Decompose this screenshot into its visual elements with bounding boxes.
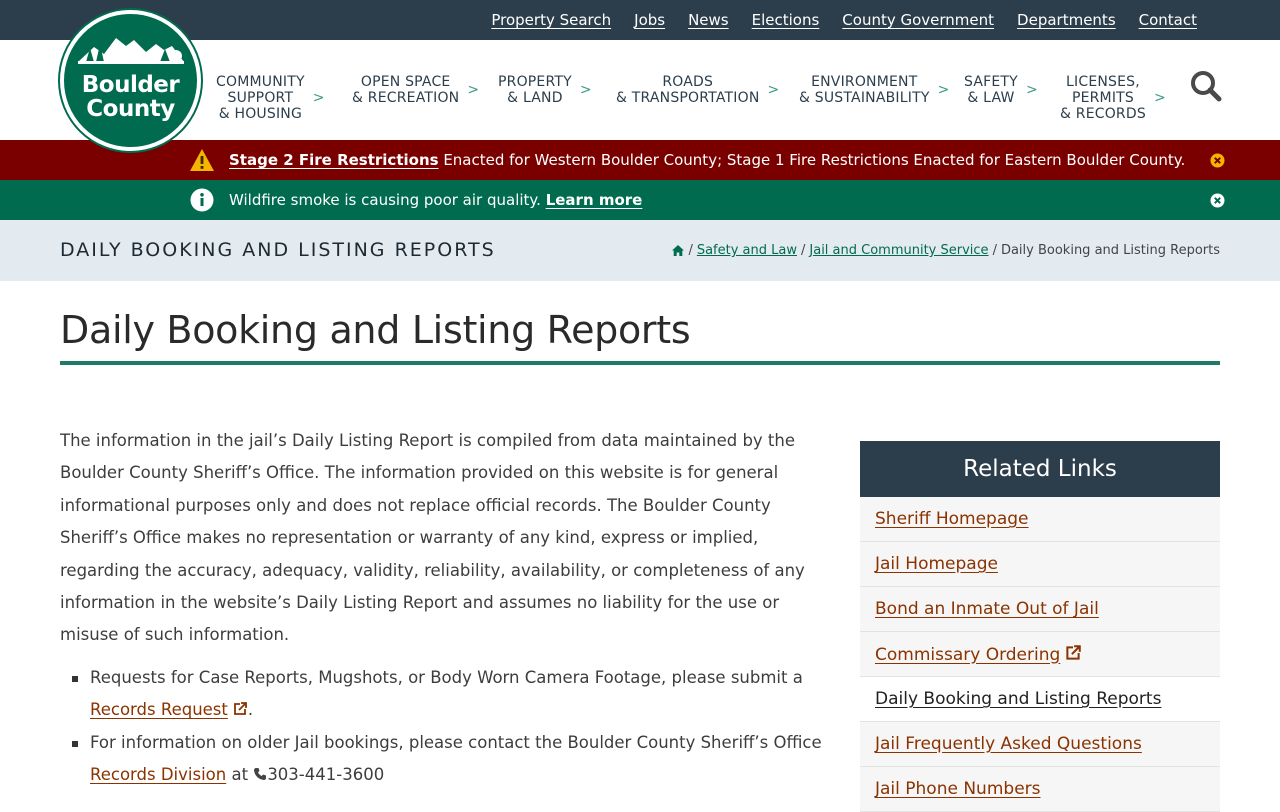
air-quality-message: Wildfire smoke is causing poor air quali… [229, 180, 642, 220]
related-link-commissary-ordering[interactable]: Commissary Ordering [875, 644, 1082, 665]
nav-label: Licenses, Permits & Records [1060, 74, 1146, 122]
utility-link-elections[interactable]: Elections [752, 11, 820, 29]
related-link-sheriff-homepage[interactable]: Sheriff Homepage [875, 509, 1029, 529]
related-link-jail-phone-numbers[interactable]: Jail Phone Numbers [875, 779, 1041, 799]
utility-link-county-government[interactable]: County Government [842, 11, 994, 29]
chevron-right-icon: > [312, 90, 325, 106]
list-item-at: at [226, 765, 254, 785]
nav-safety-law[interactable]: Safety & Law > [964, 74, 1038, 106]
utility-link-contact[interactable]: Contact [1139, 11, 1197, 29]
nav-licenses-permits-records[interactable]: Licenses, Permits & Records > [1060, 74, 1166, 122]
nav-environment-sustainability[interactable]: Environment & Sustainability > [799, 74, 949, 106]
related-link-daily-booking[interactable]: Daily Booking and Listing Reports [875, 689, 1161, 709]
nav-open-space-recreation[interactable]: Open Space & Recreation > [352, 74, 479, 106]
external-link-icon [233, 702, 247, 716]
utility-link-jobs[interactable]: Jobs [634, 11, 665, 29]
records-division-link[interactable]: Records Division [90, 765, 226, 784]
fire-restrictions-link[interactable]: Stage 2 Fire Restrictions [229, 151, 439, 169]
chevron-right-icon: > [467, 82, 480, 98]
related-link-item: Bond an Inmate Out of Jail [860, 587, 1220, 632]
related-link-item-current: Daily Booking and Listing Reports [860, 677, 1220, 722]
nav-property-land[interactable]: Property & Land > [498, 74, 592, 106]
related-link-bond-inmate[interactable]: Bond an Inmate Out of Jail [875, 599, 1099, 619]
breadcrumb-separator: / [992, 243, 997, 258]
nav-label: Open Space & Recreation [352, 74, 460, 106]
info-icon [190, 188, 214, 212]
breadcrumb-current: Daily Booking and Listing Reports [1000, 243, 1220, 258]
related-link-item: Jail Frequently Asked Questions [860, 722, 1220, 767]
breadcrumb-separator: / [801, 243, 806, 258]
related-link-item: Jail Phone Numbers [860, 767, 1220, 812]
related-link-jail-homepage[interactable]: Jail Homepage [875, 554, 998, 574]
related-link-item: Commissary Ordering [860, 632, 1220, 677]
county-logo[interactable]: Boulder County [60, 10, 201, 151]
related-links-heading: Related Links [860, 441, 1220, 497]
utility-link-property-search[interactable]: Property Search [491, 11, 611, 29]
search-icon [1191, 71, 1222, 102]
chevron-right-icon: > [1025, 82, 1038, 98]
nav-label: Roads & Transportation [616, 74, 760, 106]
related-link-item: Jail Homepage [860, 542, 1220, 587]
main-content: The information in the jail’s Daily List… [60, 425, 830, 791]
list-item: Requests for Case Reports, Mugshots, or … [60, 662, 830, 727]
utility-nav: Property Search Jobs News Elections Coun… [491, 0, 1197, 40]
nav-label: Property & Land [498, 74, 572, 106]
nav-community-support-housing[interactable]: Community Support & Housing > [216, 74, 324, 122]
fire-alert-message: Stage 2 Fire Restrictions Enacted for We… [229, 140, 1185, 180]
home-icon[interactable] [672, 245, 685, 256]
list-item-text: For information on older Jail bookings, … [90, 732, 822, 752]
related-link-jail-faq[interactable]: Jail Frequently Asked Questions [875, 734, 1142, 754]
chevron-right-icon: > [1153, 90, 1166, 106]
nav-label: Safety & Law [964, 74, 1018, 106]
chevron-right-icon: > [579, 82, 592, 98]
phone-icon [254, 768, 267, 781]
nav-label: Community Support & Housing [216, 74, 305, 122]
nav-label: Environment & Sustainability [799, 74, 930, 106]
nav-roads-transportation[interactable]: Roads & Transportation > [616, 74, 779, 106]
logo-text-line1: Boulder [81, 72, 180, 98]
chevron-right-icon: > [937, 82, 950, 98]
learn-more-link[interactable]: Learn more [546, 191, 643, 209]
breadcrumb-separator: / [688, 243, 693, 258]
breadcrumb: / Safety and Law / Jail and Community Se… [672, 243, 1220, 258]
close-icon[interactable] [1210, 193, 1225, 208]
records-request-link-label: Records Request [90, 700, 228, 720]
close-icon[interactable] [1210, 153, 1225, 168]
section-heading: Daily Booking and Listing Reports [60, 239, 496, 261]
fire-alert-text: Enacted for Western Boulder County; Stag… [438, 151, 1186, 169]
breadcrumb-safety-and-law[interactable]: Safety and Law [697, 243, 797, 258]
title-divider [60, 361, 1220, 365]
list-item-text: Requests for Case Reports, Mugshots, or … [90, 667, 803, 687]
utility-link-departments[interactable]: Departments [1017, 11, 1116, 29]
external-link-icon [1066, 644, 1082, 660]
page-title: Daily Booking and Listing Reports [60, 308, 691, 352]
chevron-right-icon: > [767, 82, 780, 98]
disclaimer-paragraph: The information in the jail’s Daily List… [60, 431, 805, 645]
air-quality-alert: Wildfire smoke is causing poor air quali… [0, 180, 1280, 220]
related-links-panel: Related Links Sheriff Homepage Jail Home… [860, 441, 1220, 812]
related-link-commissary-label: Commissary Ordering [875, 644, 1061, 665]
logo-text-line2: County [86, 96, 175, 122]
phone-number-link[interactable]: 303-441-3600 [267, 765, 384, 784]
records-request-link[interactable]: Records Request [90, 700, 248, 719]
breadcrumb-jail-and-community-service[interactable]: Jail and Community Service [809, 243, 988, 258]
related-link-item: Sheriff Homepage [860, 497, 1220, 542]
list-item: For information on older Jail bookings, … [60, 727, 830, 792]
main-nav: Community Support & Housing > Open Space & … [210, 40, 1170, 140]
section-title-bar: Daily Booking and Listing Reports / Safe… [0, 220, 1280, 281]
info-list: Requests for Case Reports, Mugshots, or … [60, 662, 830, 792]
list-item-period: . [247, 700, 254, 720]
search-button[interactable] [1189, 69, 1223, 103]
air-quality-text: Wildfire smoke is causing poor air quali… [229, 191, 546, 209]
warning-icon [190, 149, 214, 171]
utility-link-news[interactable]: News [688, 11, 729, 29]
